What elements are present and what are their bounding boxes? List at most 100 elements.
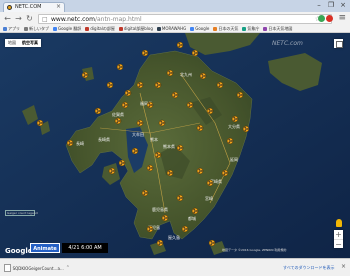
maximize-button[interactable]: ❐ bbox=[327, 1, 335, 9]
tab-close-icon[interactable]: × bbox=[56, 3, 61, 10]
bookmark-item[interactable]: 新しいタブ bbox=[24, 26, 49, 32]
zoom-out-button[interactable]: − bbox=[334, 239, 343, 249]
bookmark-favicon-icon bbox=[24, 26, 28, 31]
radiation-marker-icon[interactable] bbox=[81, 71, 89, 79]
place-label: 都城 bbox=[188, 215, 196, 221]
radiation-marker-icon[interactable] bbox=[158, 119, 166, 127]
radiation-marker-icon[interactable] bbox=[136, 81, 144, 89]
map-attribution[interactable]: 地図データ ©2016 Google, ZENRIN 利用規約 bbox=[222, 248, 286, 252]
bookmark-label: Google bbox=[195, 26, 210, 31]
radiation-marker-icon[interactable] bbox=[154, 81, 162, 89]
close-downloads-icon[interactable]: × bbox=[341, 263, 346, 270]
bookmark-item[interactable]: digital部屋blog bbox=[118, 26, 153, 32]
bookmark-favicon-icon bbox=[118, 26, 123, 31]
radiation-marker-icon[interactable] bbox=[94, 107, 102, 115]
bookmark-label: 日本の天気 bbox=[218, 25, 239, 31]
page-icon: □ bbox=[42, 16, 48, 23]
animate-button[interactable]: Animate bbox=[30, 243, 60, 253]
radiation-marker-icon[interactable] bbox=[121, 101, 129, 109]
radiation-marker-icon[interactable] bbox=[206, 107, 214, 115]
url-text[interactable]: www.netc.com/antn-map.html bbox=[51, 16, 142, 23]
radiation-marker-icon[interactable] bbox=[161, 214, 169, 222]
place-label: 熊本県 bbox=[163, 143, 175, 149]
show-all-downloads-link[interactable]: すべてのダウンロードを表示 bbox=[283, 265, 335, 271]
radiation-marker-icon[interactable] bbox=[154, 151, 162, 159]
radiation-marker-icon[interactable] bbox=[118, 159, 126, 167]
radiation-marker-icon[interactable] bbox=[231, 115, 239, 123]
radiation-marker-icon[interactable] bbox=[131, 147, 139, 155]
radiation-marker-icon[interactable] bbox=[66, 139, 74, 147]
radiation-marker-icon[interactable] bbox=[206, 179, 214, 187]
forward-button[interactable]: → bbox=[14, 14, 23, 23]
radiation-marker-icon[interactable] bbox=[176, 194, 184, 202]
bookmark-label: アプリ bbox=[8, 25, 20, 31]
radiation-marker-icon[interactable] bbox=[146, 225, 154, 233]
radiation-marker-icon[interactable] bbox=[108, 167, 116, 175]
radiation-marker-icon[interactable] bbox=[141, 189, 149, 197]
bookmark-label: digitalの部屋 bbox=[90, 25, 115, 31]
radiation-marker-icon[interactable] bbox=[36, 119, 44, 127]
zoom-in-button[interactable]: + bbox=[334, 230, 343, 239]
download-item[interactable]: SQDKIOGeigerCount…a... ⌃ bbox=[4, 263, 70, 273]
extension-green-icon[interactable] bbox=[318, 15, 325, 22]
radiation-marker-icon[interactable] bbox=[176, 144, 184, 152]
radiation-marker-icon[interactable] bbox=[116, 63, 124, 71]
radiation-marker-icon[interactable] bbox=[166, 69, 174, 77]
bookmark-favicon-icon bbox=[156, 26, 161, 31]
radiation-marker-icon[interactable] bbox=[221, 169, 229, 177]
bookmark-item[interactable]: digitalの部屋 bbox=[85, 25, 115, 32]
radiation-marker-icon[interactable] bbox=[106, 81, 114, 89]
bookmark-item[interactable]: Google bbox=[190, 26, 209, 31]
radiation-marker-icon[interactable] bbox=[141, 49, 149, 57]
radiation-marker-icon[interactable] bbox=[146, 101, 154, 109]
fullscreen-button[interactable] bbox=[334, 39, 343, 48]
radiation-marker-icon[interactable] bbox=[124, 89, 132, 97]
map-type-satellite-button[interactable]: 航空写真 bbox=[19, 39, 41, 47]
back-button[interactable]: ← bbox=[3, 14, 12, 23]
radiation-marker-icon[interactable] bbox=[166, 169, 174, 177]
chevron-up-icon[interactable]: ⌃ bbox=[66, 265, 70, 271]
radiation-marker-icon[interactable] bbox=[136, 119, 144, 127]
radiation-marker-icon[interactable] bbox=[146, 164, 154, 172]
url-path: /antn-map.html bbox=[94, 16, 142, 23]
pegman-icon[interactable] bbox=[336, 219, 342, 227]
radiation-marker-icon[interactable] bbox=[191, 49, 199, 57]
radiation-marker-icon[interactable] bbox=[176, 41, 184, 49]
place-label: 大牟田 bbox=[132, 131, 144, 137]
map-type-map-button[interactable]: 地図 bbox=[5, 39, 19, 47]
bookmark-label: Google 翻訳 bbox=[58, 25, 82, 31]
radiation-marker-icon[interactable] bbox=[216, 81, 224, 89]
bookmark-item[interactable]: Google 翻訳 bbox=[53, 26, 81, 32]
radiation-marker-icon[interactable] bbox=[208, 239, 216, 247]
browser-tab[interactable]: NETC.COM × bbox=[3, 2, 65, 12]
extension-red-icon[interactable] bbox=[326, 15, 333, 22]
radiation-marker-icon[interactable] bbox=[236, 91, 244, 99]
map-canvas[interactable]: 福岡県 佐賀県 長崎県 大分県 熊本県 宮崎県 鹿児島県 北九州 長崎 大牟田 熊本 延岡 宮崎 都城 鹿児… bbox=[0, 33, 350, 258]
radiation-marker-icon[interactable] bbox=[196, 167, 204, 175]
radiation-marker-icon[interactable] bbox=[171, 91, 179, 99]
radiation-marker-icon[interactable] bbox=[114, 117, 122, 125]
bookmark-item[interactable]: 気象庁 bbox=[242, 26, 259, 32]
menu-icon[interactable]: ≡ bbox=[338, 13, 346, 23]
bookmark-favicon-icon bbox=[213, 26, 218, 31]
file-icon bbox=[4, 264, 11, 272]
tab-title: NETC.COM bbox=[15, 4, 42, 10]
address-bar[interactable]: □ www.netc.com/antn-map.html ☆ bbox=[38, 14, 332, 24]
bookmark-item[interactable]: 日本天気地図 bbox=[263, 26, 292, 32]
radiation-marker-icon[interactable] bbox=[191, 207, 199, 215]
radiation-marker-icon[interactable] bbox=[199, 72, 207, 80]
reload-button[interactable]: ↻ bbox=[25, 14, 34, 23]
bookmark-item[interactable]: アプリ bbox=[3, 26, 20, 32]
place-label: 長崎 bbox=[76, 140, 84, 146]
radiation-marker-icon[interactable] bbox=[226, 137, 234, 145]
radiation-marker-icon[interactable] bbox=[181, 225, 189, 233]
radiation-marker-icon[interactable] bbox=[196, 124, 204, 132]
close-window-button[interactable]: × bbox=[339, 1, 347, 9]
bookmark-item[interactable]: 日本の天気 bbox=[213, 26, 238, 32]
radiation-marker-icon[interactable] bbox=[186, 101, 194, 109]
timestamp-display: 4/21 6:00 AM bbox=[62, 243, 108, 253]
radiation-marker-icon[interactable] bbox=[156, 239, 164, 247]
minimize-button[interactable]: – bbox=[315, 1, 323, 9]
bookmark-item[interactable]: MORAWAHG bbox=[156, 26, 186, 31]
radiation-marker-icon[interactable] bbox=[242, 125, 250, 133]
